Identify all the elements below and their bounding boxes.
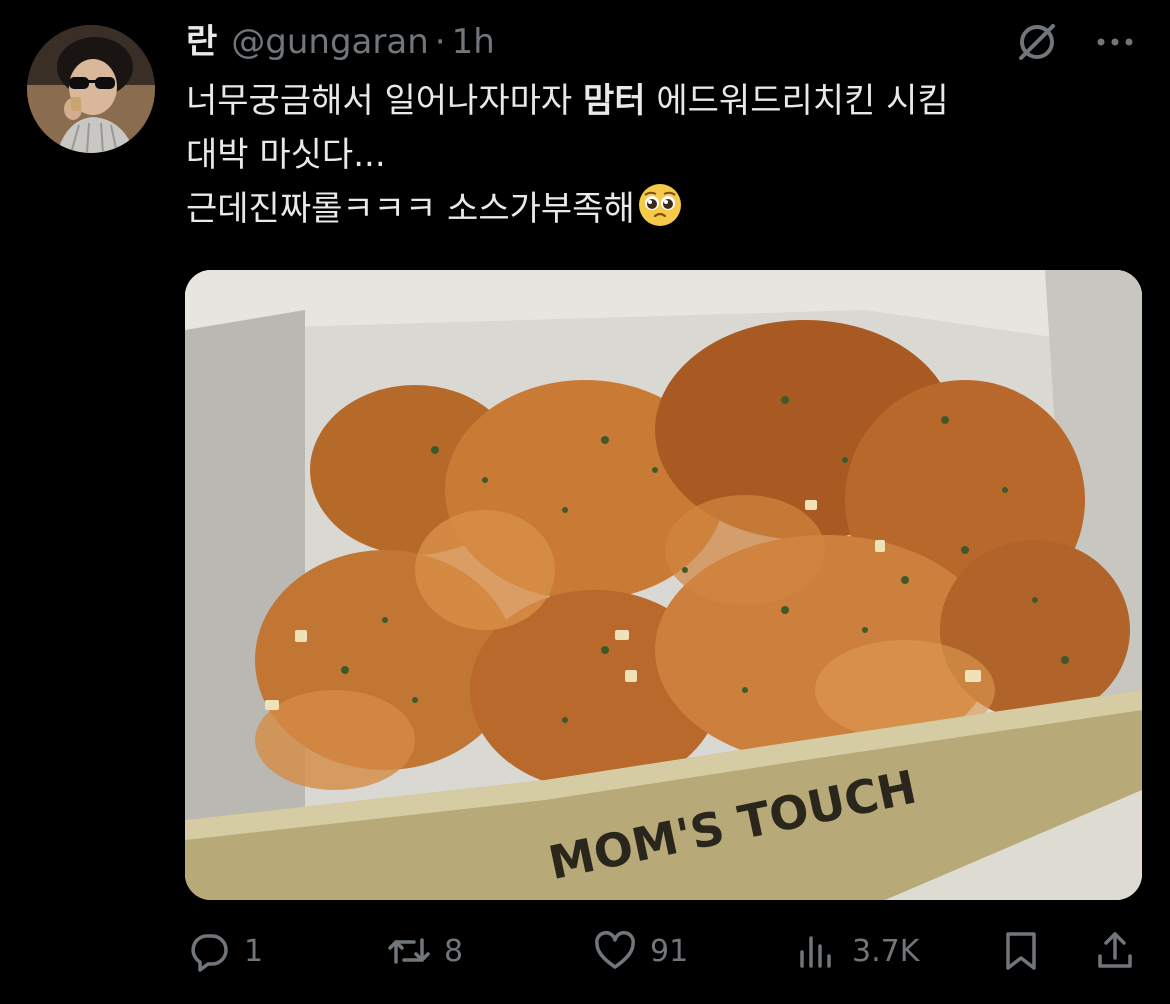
tweet-header: 란 @gungaran · 1h	[186, 16, 495, 68]
tweet-text: 너무궁금해서 일어나자마자 맘터 에드워드리치킨 시킴 대박 마싯다... 근데…	[186, 74, 1146, 236]
text-segment: 근데진짜롤ㅋㅋㅋ 소스가부족해	[186, 189, 635, 229]
tweet-text-line-3: 근데진짜롤ㅋㅋㅋ 소스가부족해	[186, 182, 1146, 236]
heart-icon	[595, 931, 635, 969]
share-button[interactable]	[1092, 922, 1138, 980]
pleading-face-emoji	[637, 182, 683, 228]
text-segment: 에드워드리치킨 시킴	[645, 81, 949, 121]
grok-icon[interactable]	[1015, 20, 1059, 64]
like-count: 91	[650, 933, 689, 969]
views-count: 3.7K	[852, 933, 920, 969]
tweet-text-line-1: 너무궁금해서 일어나자마자 맘터 에드워드리치킨 시킴	[186, 74, 1146, 128]
action-bar: 1 8 91 3.7K	[186, 922, 1146, 980]
retweet-count: 8	[444, 933, 464, 969]
views-icon	[800, 936, 831, 968]
reply-count: 1	[244, 933, 264, 969]
retweet-button[interactable]: 8	[386, 922, 463, 980]
timestamp[interactable]: 1h	[452, 16, 495, 68]
avatar[interactable]	[27, 25, 155, 153]
more-icon[interactable]	[1092, 24, 1138, 60]
avatar-photo	[27, 25, 155, 153]
display-name[interactable]: 란	[186, 16, 217, 68]
like-button[interactable]: 91	[592, 922, 688, 980]
retweet-icon	[388, 938, 430, 964]
text-segment: 너무궁금해서 일어나자마자	[186, 81, 583, 121]
reply-button[interactable]: 1	[186, 922, 263, 980]
bookmark-button[interactable]	[998, 922, 1044, 980]
user-handle[interactable]: @gungaran	[231, 16, 428, 68]
bookmark-icon	[1006, 932, 1036, 970]
tweet-text-line-2: 대박 마싯다...	[186, 135, 386, 175]
separator-dot: ·	[434, 22, 446, 62]
share-icon	[1098, 932, 1132, 968]
reply-icon	[191, 934, 228, 972]
tweet-photo[interactable]: MOM'S TOUCH	[185, 270, 1142, 900]
text-bold-segment: 맘터	[582, 81, 646, 121]
views-button[interactable]: 3.7K	[794, 922, 919, 980]
